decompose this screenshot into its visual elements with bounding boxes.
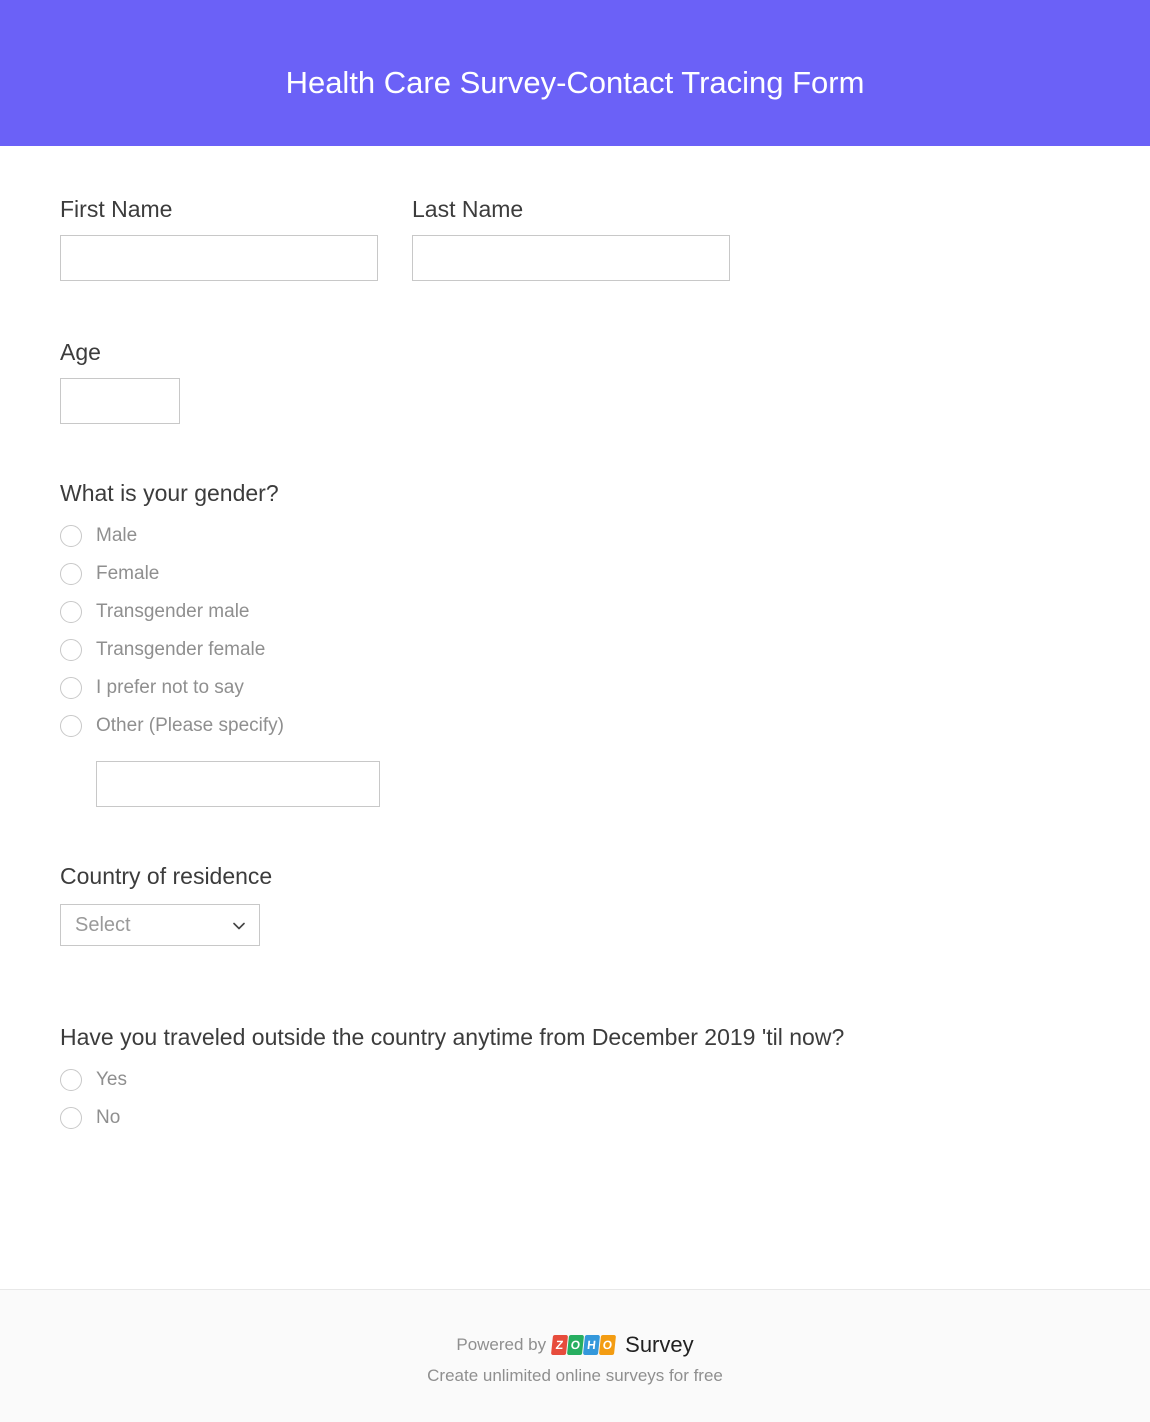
radio-label: Female — [96, 563, 159, 585]
radio-label: No — [96, 1107, 120, 1129]
survey-header: Health Care Survey-Contact Tracing Form — [0, 0, 1150, 146]
footer-tagline: Create unlimited online surveys for free — [0, 1366, 1150, 1386]
gender-option-prefer-not[interactable]: I prefer not to say — [60, 677, 1090, 699]
age-label: Age — [60, 339, 1090, 366]
radio-label: I prefer not to say — [96, 677, 244, 699]
radio-icon — [60, 677, 82, 699]
travel-radio-group: Yes No — [60, 1069, 1090, 1129]
travel-option-yes[interactable]: Yes — [60, 1069, 1090, 1091]
gender-option-trans-female[interactable]: Transgender female — [60, 639, 1090, 661]
travel-section: Have you traveled outside the country an… — [60, 1024, 1090, 1129]
first-name-label: First Name — [60, 196, 378, 223]
radio-icon — [60, 639, 82, 661]
last-name-label: Last Name — [412, 196, 730, 223]
radio-icon — [60, 601, 82, 623]
gender-option-male[interactable]: Male — [60, 525, 1090, 547]
zoho-logo-icon: Z O H O — [552, 1335, 615, 1355]
radio-icon — [60, 1107, 82, 1129]
age-section: Age — [60, 339, 1090, 424]
country-section: Country of residence Select — [60, 863, 1090, 946]
travel-label: Have you traveled outside the country an… — [60, 1024, 1090, 1051]
first-name-field-group: First Name — [60, 196, 378, 281]
gender-radio-group: Male Female Transgender male Transgender… — [60, 525, 1090, 807]
gender-option-trans-male[interactable]: Transgender male — [60, 601, 1090, 623]
radio-label: Transgender female — [96, 639, 265, 661]
brand-text: Survey — [625, 1332, 693, 1358]
country-label: Country of residence — [60, 863, 1090, 890]
form-body: First Name Last Name Age What is your ge… — [0, 146, 1150, 1209]
powered-by-text: Powered by — [456, 1335, 546, 1355]
chevron-down-icon — [233, 917, 245, 933]
country-select[interactable]: Select — [60, 904, 260, 946]
gender-other-input[interactable] — [96, 761, 380, 807]
travel-option-no[interactable]: No — [60, 1107, 1090, 1129]
last-name-input[interactable] — [412, 235, 730, 281]
radio-label: Other (Please specify) — [96, 715, 284, 737]
age-input[interactable] — [60, 378, 180, 424]
select-placeholder: Select — [75, 914, 131, 937]
name-row: First Name Last Name — [60, 196, 1090, 281]
gender-option-other[interactable]: Other (Please specify) — [60, 715, 1090, 737]
powered-by-line: Powered by Z O H O Survey — [0, 1332, 1150, 1358]
radio-icon — [60, 1069, 82, 1091]
gender-label: What is your gender? — [60, 480, 1090, 507]
gender-section: What is your gender? Male Female Transge… — [60, 480, 1090, 807]
footer: Powered by Z O H O Survey Create unlimit… — [0, 1289, 1150, 1422]
page-title: Health Care Survey-Contact Tracing Form — [286, 65, 865, 101]
first-name-input[interactable] — [60, 235, 378, 281]
radio-icon — [60, 563, 82, 585]
country-select-wrapper: Select — [60, 904, 260, 946]
radio-icon — [60, 525, 82, 547]
radio-label: Transgender male — [96, 601, 249, 623]
last-name-field-group: Last Name — [412, 196, 730, 281]
radio-label: Yes — [96, 1069, 127, 1091]
radio-label: Male — [96, 525, 137, 547]
radio-icon — [60, 715, 82, 737]
gender-option-female[interactable]: Female — [60, 563, 1090, 585]
